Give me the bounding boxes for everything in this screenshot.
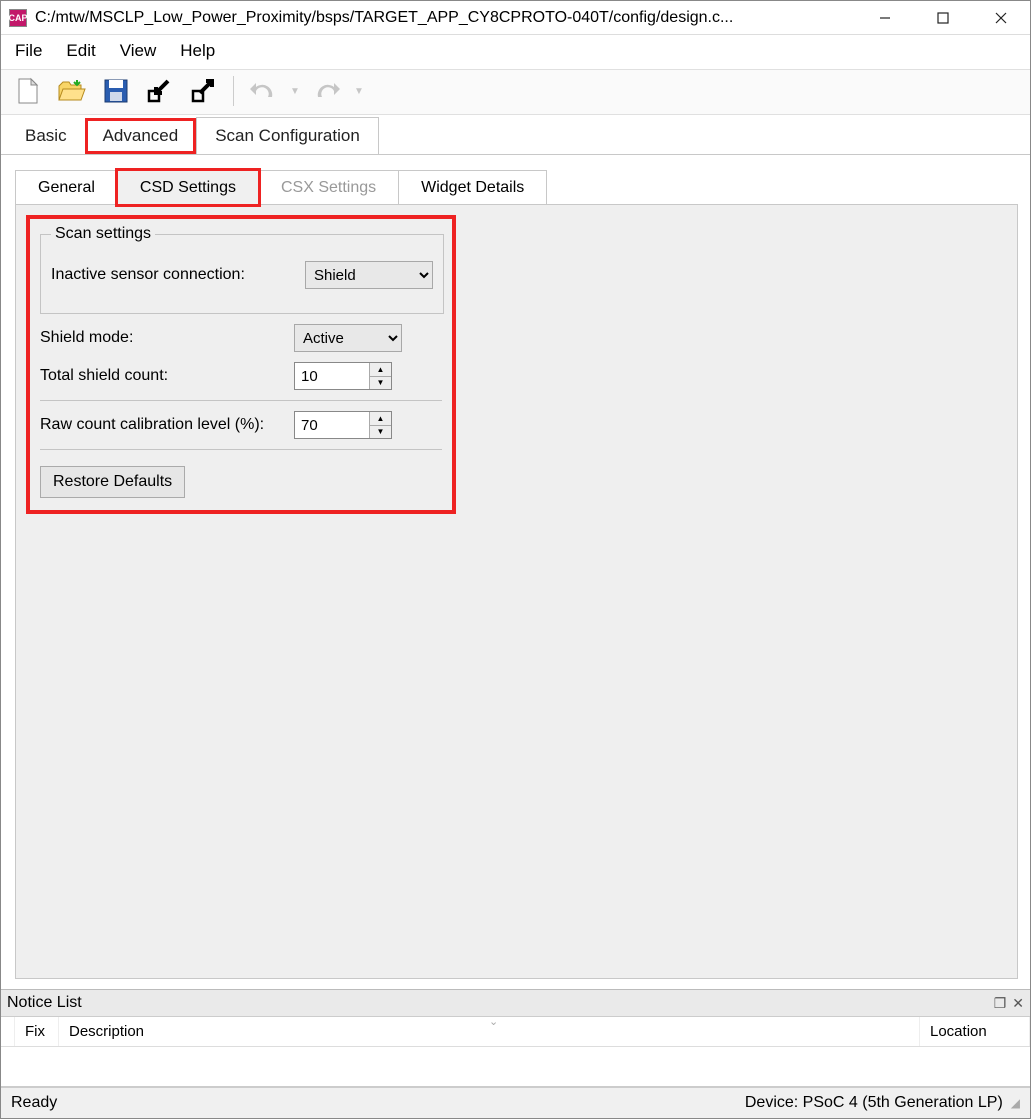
tab-scan-configuration[interactable]: Scan Configuration [196, 117, 379, 154]
advanced-panel: General CSD Settings CSX Settings Widget… [1, 155, 1030, 989]
subtab-csx-settings[interactable]: CSX Settings [258, 170, 399, 205]
restore-panel-icon[interactable]: ❐ [994, 995, 1007, 1012]
statusbar: Ready Device: PSoC 4 (5th Generation LP)… [1, 1087, 1030, 1118]
close-panel-icon[interactable]: ✕ [1012, 995, 1024, 1012]
tab-basic[interactable]: Basic [7, 118, 85, 154]
csd-settings-highlight: Scan settings Inactive sensor connection… [26, 215, 456, 514]
open-file-button[interactable] [55, 74, 89, 108]
notice-list-panel: Notice List ❐ ✕ Fix Description Location [1, 989, 1030, 1087]
total-shield-count-input[interactable] [295, 363, 369, 389]
menu-help[interactable]: Help [180, 41, 215, 61]
export-button[interactable] [187, 74, 221, 108]
notice-col-description[interactable]: Description [59, 1017, 920, 1046]
minimize-button[interactable] [856, 1, 914, 35]
redo-dropdown[interactable]: ▼ [354, 86, 364, 97]
notice-col-location[interactable]: Location [920, 1017, 1030, 1046]
main-tab-bar: Basic Advanced Scan Configuration [1, 115, 1030, 155]
restore-defaults-button[interactable]: Restore Defaults [40, 466, 185, 498]
undo-dropdown[interactable]: ▼ [290, 86, 300, 97]
menu-edit[interactable]: Edit [66, 41, 95, 61]
total-shield-count-label: Total shield count: [40, 367, 294, 385]
spin-up-icon[interactable]: ▲ [370, 412, 391, 426]
subtab-csd-settings[interactable]: CSD Settings [117, 170, 259, 205]
menu-file[interactable]: File [15, 41, 42, 61]
shield-mode-label: Shield mode: [40, 329, 294, 347]
divider [40, 400, 442, 401]
inactive-sensor-select[interactable]: Shield [305, 261, 433, 289]
notice-list-title: Notice List [7, 994, 994, 1012]
notice-col-icon[interactable] [1, 1017, 15, 1046]
notice-table: Fix Description Location [1, 1017, 1030, 1087]
toolbar: ▼ ▼ [1, 69, 1030, 115]
import-button[interactable] [143, 74, 177, 108]
app-icon: CAP [9, 9, 27, 27]
total-shield-count-spinner[interactable]: ▲ ▼ [294, 362, 392, 390]
subtab-general[interactable]: General [15, 170, 118, 205]
toolbar-separator [233, 76, 234, 106]
redo-button[interactable] [310, 74, 344, 108]
raw-count-input[interactable] [295, 412, 369, 438]
csd-settings-panel: Scan settings Inactive sensor connection… [15, 204, 1018, 979]
status-device: Device: PSoC 4 (5th Generation LP) [745, 1094, 1003, 1112]
status-ready: Ready [11, 1094, 745, 1112]
raw-count-label: Raw count calibration level (%): [40, 416, 294, 434]
sub-tab-bar: General CSD Settings CSX Settings Widget… [15, 169, 1018, 204]
divider [40, 449, 442, 450]
inactive-sensor-label: Inactive sensor connection: [51, 266, 305, 284]
save-button[interactable] [99, 74, 133, 108]
close-button[interactable] [972, 1, 1030, 35]
resize-grip-icon[interactable]: ◢ [1011, 1096, 1020, 1110]
new-file-button[interactable] [11, 74, 45, 108]
window-title: C:/mtw/MSCLP_Low_Power_Proximity/bsps/TA… [35, 9, 856, 27]
menubar: File Edit View Help [1, 35, 1030, 69]
maximize-button[interactable] [914, 1, 972, 35]
spin-up-icon[interactable]: ▲ [370, 363, 391, 377]
scan-settings-legend: Scan settings [51, 225, 155, 243]
spin-down-icon[interactable]: ▼ [370, 426, 391, 439]
tab-advanced[interactable]: Advanced [85, 118, 197, 154]
menu-view[interactable]: View [120, 41, 157, 61]
shield-mode-select[interactable]: Active [294, 324, 402, 352]
raw-count-spinner[interactable]: ▲ ▼ [294, 411, 392, 439]
undo-button[interactable] [246, 74, 280, 108]
titlebar: CAP C:/mtw/MSCLP_Low_Power_Proximity/bsp… [1, 1, 1030, 35]
spin-down-icon[interactable]: ▼ [370, 377, 391, 390]
notice-col-fix[interactable]: Fix [15, 1017, 59, 1046]
subtab-widget-details[interactable]: Widget Details [398, 170, 547, 205]
scan-settings-group: Scan settings Inactive sensor connection… [40, 225, 444, 314]
